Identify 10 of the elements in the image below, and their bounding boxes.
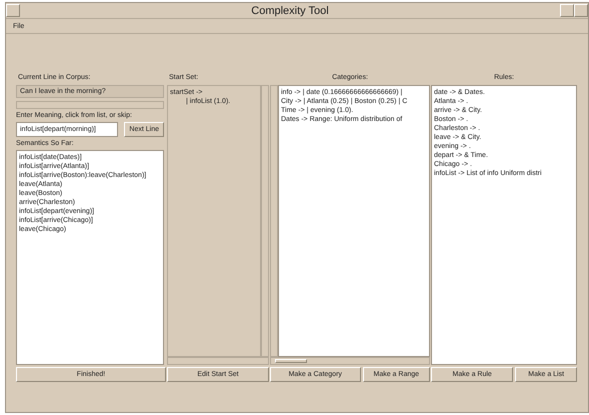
horizontal-scrollbar[interactable] [270, 357, 430, 365]
scrollbar-thumb[interactable] [275, 359, 307, 363]
minimize-button[interactable] [560, 4, 574, 17]
vertical-scrollbar[interactable] [261, 85, 269, 357]
horizontal-scrollbar[interactable] [167, 357, 269, 365]
vertical-scrollbar[interactable] [270, 85, 278, 357]
window-menu-button[interactable] [6, 4, 20, 17]
window-title: Complexity Tool [250, 4, 330, 16]
horizontal-scrollbar[interactable] [16, 101, 164, 109]
maximize-button[interactable] [574, 4, 588, 17]
